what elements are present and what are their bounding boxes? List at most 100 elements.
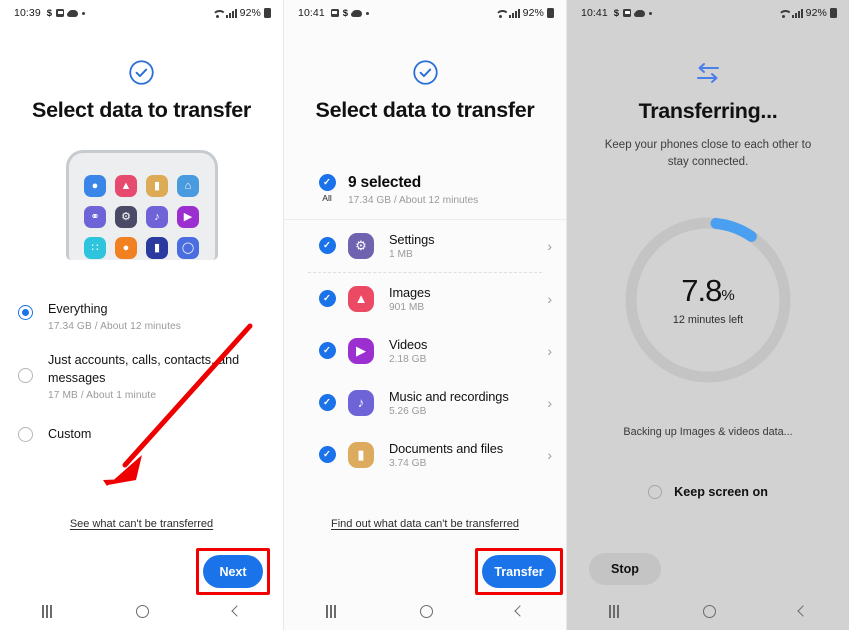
option-sub: 17.34 GB / About 12 minutes (48, 320, 181, 332)
list-item-documents[interactable]: ✓ ▮ Documents and files 3.74 GB › (284, 429, 566, 481)
item-title: Music and recordings (389, 388, 509, 404)
progress-percent: 7.8 (681, 273, 722, 308)
check-circle-icon (0, 59, 283, 86)
wifi-icon (778, 9, 789, 18)
checkbox-videos[interactable]: ✓ (318, 342, 336, 359)
photo-icon (623, 9, 632, 17)
cloud-icon (351, 9, 363, 17)
list-item-music[interactable]: ✓ ♪ Music and recordings 5.26 GB › (284, 377, 566, 429)
battery-icon (264, 8, 271, 18)
selected-size: 17.34 GB / About 12 minutes (348, 194, 479, 206)
recents-icon[interactable] (41, 604, 53, 618)
battery-icon (547, 8, 554, 18)
apps-icon: ∷ (84, 237, 106, 259)
item-size: 3.74 GB (389, 457, 427, 469)
checkbox-all[interactable]: ✓ (318, 174, 336, 191)
option-everything[interactable]: Everything 17.34 GB / About 12 minutes (18, 292, 265, 341)
signal-icon (225, 8, 237, 18)
progress-ring: 7.8% 12 minutes left (567, 214, 849, 386)
option-custom[interactable]: Custom (18, 412, 265, 453)
home-icon[interactable] (702, 604, 716, 618)
item-size: 1 MB (389, 248, 413, 260)
screenshot-root: 10:39 $ 92% Select data to transfer ● ▲ (0, 0, 850, 630)
option-just-accounts[interactable]: Just accounts, calls, contacts, and mess… (18, 341, 265, 412)
stop-button[interactable]: Stop (589, 553, 661, 585)
checkbox-music[interactable]: ✓ (318, 394, 336, 411)
select-all-row[interactable]: ✓ All 9 selected 17.34 GB / About 12 min… (284, 160, 566, 219)
battery-percent: 92% (522, 7, 544, 19)
selected-count: 9 selected (348, 174, 421, 191)
battery-percent: 92% (805, 7, 827, 19)
list-item-videos[interactable]: ✓ ▶ Videos 2.18 GB › (284, 325, 566, 377)
see-what-cant-be-transferred-link[interactable]: See what can't be transferred (0, 518, 283, 530)
home-icon[interactable] (136, 604, 150, 618)
back-icon[interactable] (514, 605, 526, 617)
status-bar: 10:39 $ 92% (0, 0, 283, 26)
radio-custom[interactable] (18, 427, 33, 443)
progress-time-left: 12 minutes left (672, 314, 744, 326)
settings-icon: ⚙ (348, 232, 374, 259)
checkbox-documents[interactable]: ✓ (318, 446, 336, 463)
settings-icon: ⚙ (115, 206, 137, 228)
transfer-arrows-icon (567, 60, 849, 86)
keep-screen-on-checkbox[interactable] (648, 484, 663, 499)
option-label: Everything (48, 302, 108, 316)
back-icon[interactable] (797, 605, 809, 617)
chevron-right-icon[interactable]: › (547, 291, 552, 307)
contacts-icon: ● (115, 237, 137, 259)
documents-icon: ▮ (348, 441, 374, 468)
list-item-images[interactable]: ✓ ▲ Images 901 MB › (284, 273, 566, 325)
home-icon[interactable] (419, 604, 433, 618)
gallery-icon: ▲ (348, 285, 374, 312)
list-item-settings[interactable]: ✓ ⚙ Settings 1 MB › (284, 220, 566, 272)
checkbox-settings[interactable]: ✓ (318, 237, 336, 254)
status-time: 10:39 (14, 7, 41, 19)
checkbox-all-label: All (322, 193, 332, 203)
music-icon: ♪ (146, 206, 168, 228)
home-icon: ⌂ (177, 175, 199, 197)
radio-just-accounts[interactable] (18, 367, 33, 383)
gallery-icon: ▲ (115, 175, 137, 197)
nav-bar (0, 592, 283, 630)
chevron-right-icon[interactable]: › (547, 238, 552, 254)
next-button[interactable]: Next (203, 555, 263, 588)
wifi-icon (212, 9, 223, 18)
status-bar: 10:41 $ 92% (567, 0, 849, 26)
find-out-what-data-link[interactable]: Find out what data can't be transferred (284, 518, 566, 530)
back-icon[interactable] (231, 605, 243, 617)
signal-icon (791, 8, 803, 18)
page-title: Select data to transfer (315, 98, 535, 122)
files-icon: ▮ (146, 237, 168, 259)
app-icon-grid: ● ▲ ▮ ⌂ ⚭ ⚙ ♪ ▶ ∷ ● ▮ ◯ (84, 175, 199, 260)
chevron-right-icon[interactable]: › (547, 447, 552, 463)
panel-select-data-everything: 10:39 $ 92% Select data to transfer ● ▲ (0, 0, 283, 630)
chevron-right-icon[interactable]: › (547, 343, 552, 359)
checkbox-images[interactable]: ✓ (318, 290, 336, 307)
recents-icon[interactable] (608, 604, 619, 618)
page-subtitle: Keep your phones close to each other to … (604, 139, 812, 169)
messages-icon: ● (84, 175, 106, 197)
status-time: 10:41 (581, 7, 608, 19)
item-size: 5.26 GB (389, 405, 427, 417)
page-title: Select data to transfer (32, 98, 251, 122)
battery-icon (830, 8, 837, 18)
item-title: Settings (389, 231, 435, 247)
check-circle-icon (284, 59, 566, 86)
keep-screen-on-row[interactable]: Keep screen on (567, 484, 849, 499)
wifi-icon (495, 9, 506, 18)
keys-icon: ⚭ (84, 206, 106, 228)
dollar-icon: $ (342, 7, 349, 19)
cloud-icon (634, 9, 646, 17)
percent-symbol: % (721, 287, 735, 304)
recents-icon[interactable] (325, 604, 336, 618)
item-title: Videos (389, 336, 428, 352)
dot-icon (366, 11, 370, 15)
option-sub: 17 MB / About 1 minute (48, 389, 157, 401)
chevron-right-icon[interactable]: › (547, 395, 552, 411)
phone-illustration: ● ▲ ▮ ⌂ ⚭ ⚙ ♪ ▶ ∷ ● ▮ ◯ (0, 150, 283, 260)
transfer-button[interactable]: Transfer (482, 555, 556, 588)
option-label: Custom (48, 426, 92, 441)
panel-select-data-custom: 10:41 $ 92% Select data to transfer ✓ Al (283, 0, 567, 630)
radio-everything[interactable] (18, 305, 33, 320)
item-size: 2.18 GB (389, 353, 427, 365)
